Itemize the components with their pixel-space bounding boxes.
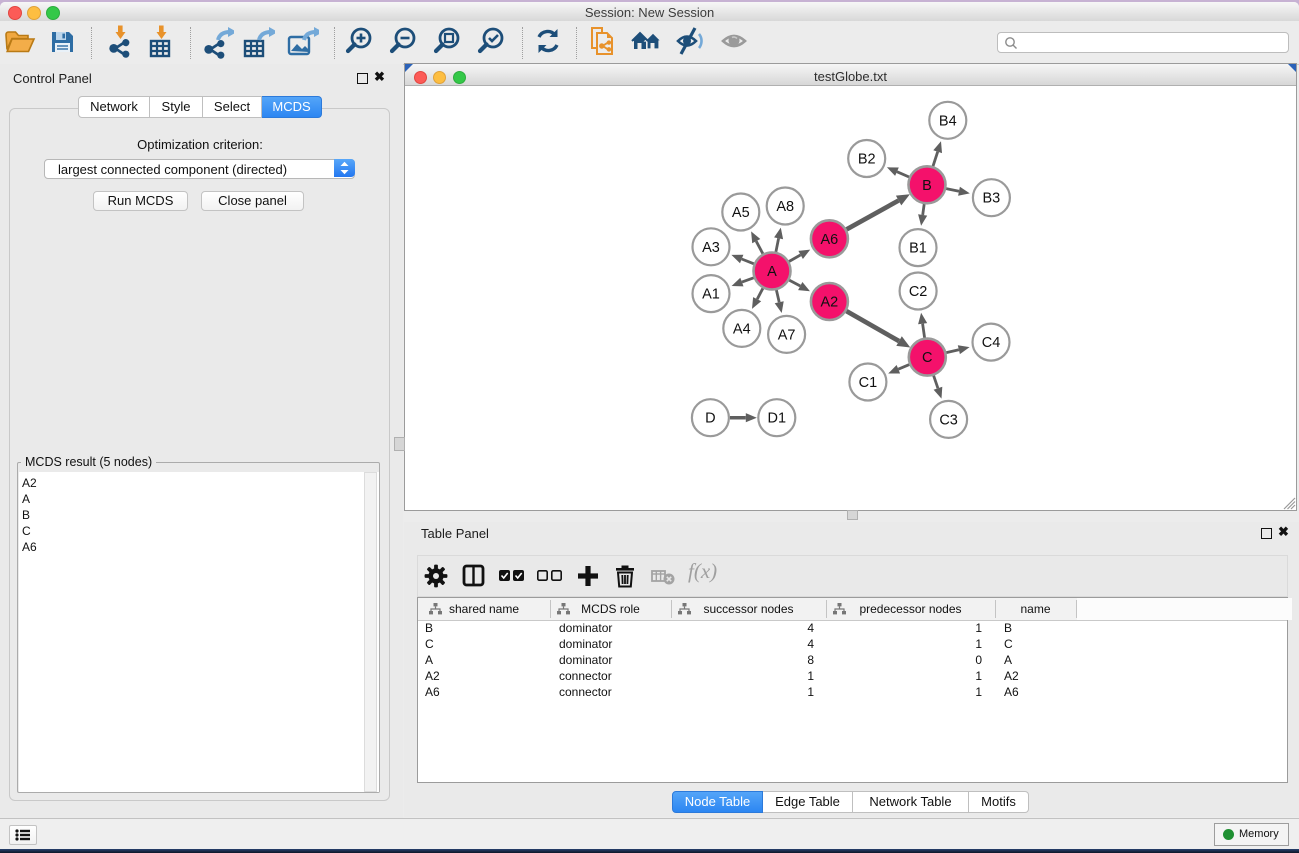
svg-text:C4: C4 — [982, 335, 1001, 351]
svg-text:C3: C3 — [939, 412, 958, 428]
svg-text:B3: B3 — [983, 191, 1001, 207]
svg-text:A: A — [767, 264, 777, 280]
svg-text:D1: D1 — [768, 411, 787, 427]
svg-text:B: B — [922, 178, 932, 194]
svg-text:A1: A1 — [702, 287, 720, 303]
svg-text:B2: B2 — [858, 152, 876, 168]
svg-text:A4: A4 — [733, 321, 751, 337]
svg-text:C2: C2 — [909, 284, 928, 300]
svg-text:A8: A8 — [776, 199, 794, 215]
svg-text:A3: A3 — [702, 240, 720, 256]
svg-text:A5: A5 — [732, 205, 750, 221]
svg-text:C: C — [922, 350, 932, 366]
svg-text:B1: B1 — [909, 241, 927, 257]
svg-text:A6: A6 — [821, 232, 839, 248]
svg-text:D: D — [705, 411, 715, 427]
svg-text:A2: A2 — [821, 295, 839, 311]
svg-text:C1: C1 — [859, 375, 878, 391]
svg-text:A7: A7 — [778, 327, 796, 343]
svg-text:B4: B4 — [939, 113, 957, 129]
